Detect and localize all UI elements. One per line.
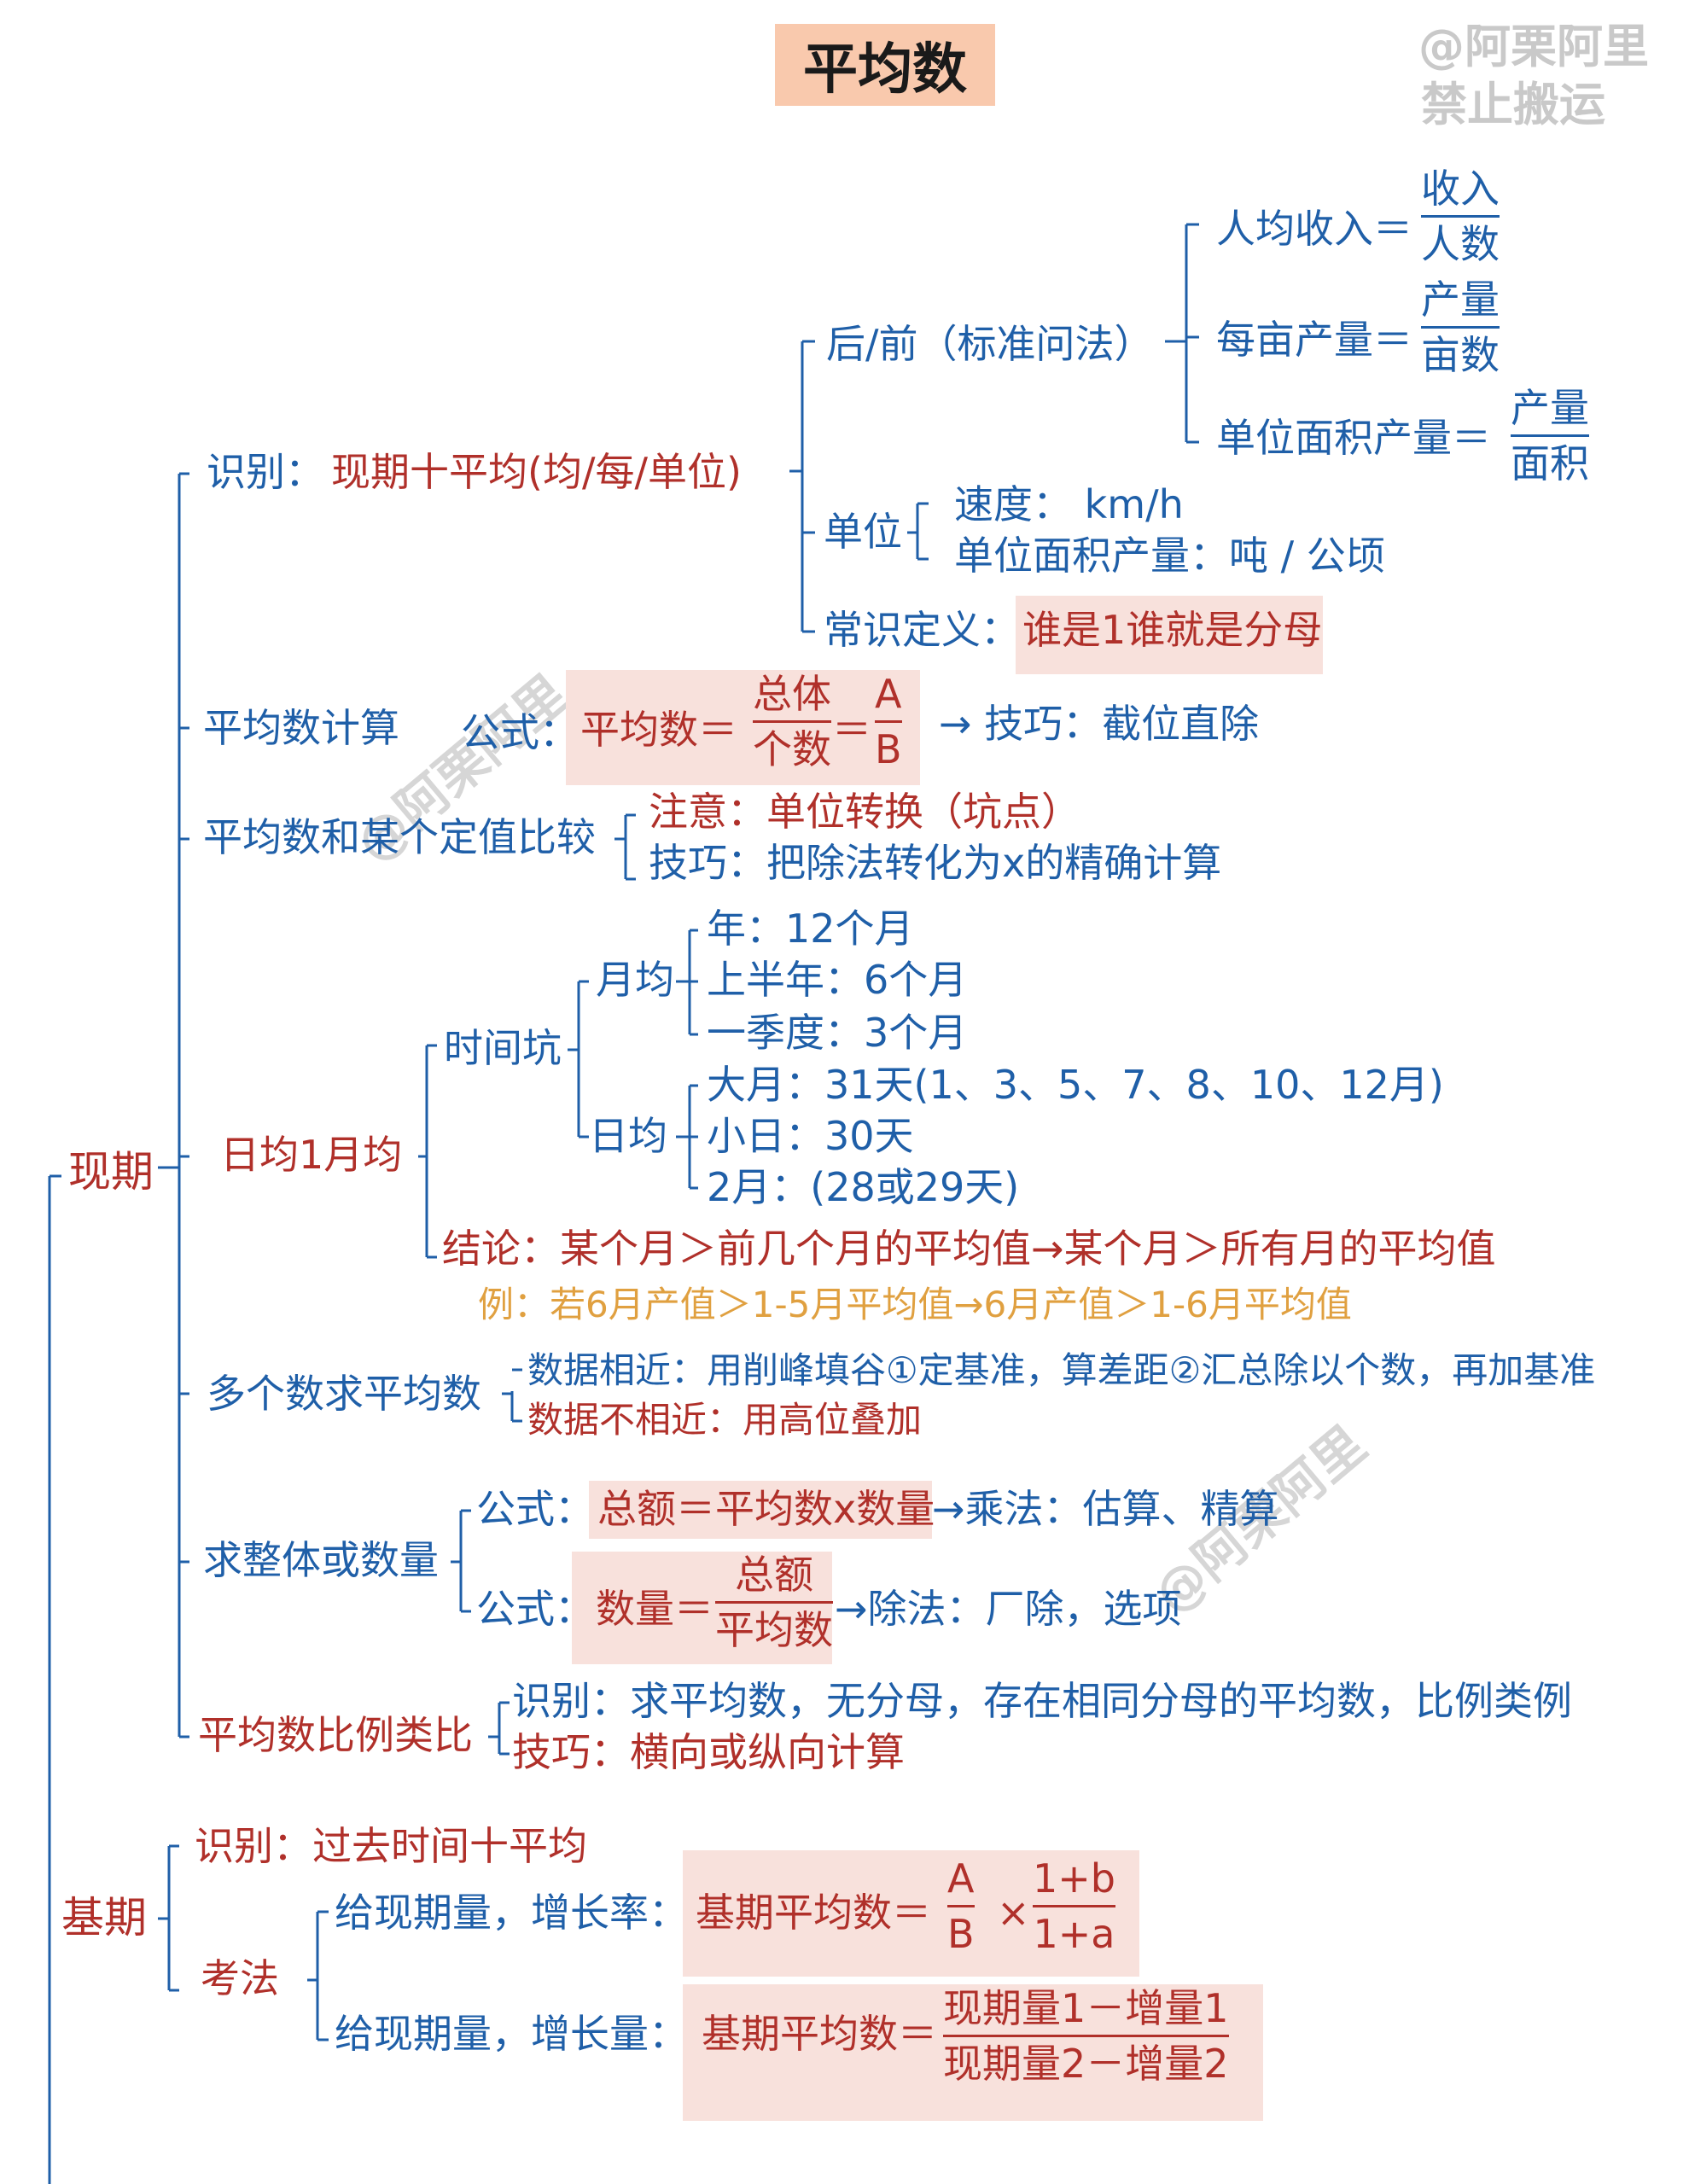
daily-item-big: 大月：31天(1、3、5、7、8、10、12月) [707, 1062, 1444, 1108]
identify-value: 现期十平均(均/每/单位) [331, 449, 742, 495]
base-m1-fraction-a: A B [947, 1859, 975, 1954]
per-mu-fraction: 产量 亩数 [1421, 280, 1500, 375]
per-mu-text: 每亩产量＝ [1216, 317, 1412, 363]
ratio-label: 平均数比例类比 [198, 1712, 473, 1758]
calc-f2-den: B [875, 726, 902, 772]
base-m2-fraction: 现期量1－增量1 现期量2－增量2 [943, 1989, 1229, 2083]
per-mu-den: 亩数 [1421, 332, 1500, 378]
common-value: 谁是1谁就是分母 [1022, 607, 1323, 653]
monthly-label: 月均 [596, 957, 674, 1003]
compare-note: 注意：单位转换（坑点） [649, 789, 1080, 835]
daily-avg-label: 日均 [589, 1113, 667, 1159]
time-pitfall-label: 时间坑 [444, 1025, 562, 1071]
unit-area-fraction: 产量 面积 [1511, 388, 1589, 483]
page-title: 平均数 [803, 38, 967, 102]
calc-f1-num: 总体 [753, 671, 831, 717]
base-method-label: 考法 [201, 1955, 279, 2001]
per-mu-num: 产量 [1421, 277, 1500, 323]
calc-label: 平均数计算 [203, 705, 399, 751]
avg-income-fraction: 收入 人数 [1421, 169, 1500, 264]
daily-conclusion: 结论：某个月＞前几个月的平均值→某个月＞所有月的平均值 [442, 1226, 1496, 1272]
avg-income-den: 人数 [1421, 221, 1500, 267]
multi-label: 多个数求平均数 [207, 1371, 481, 1417]
fraction-bar [1421, 215, 1500, 218]
compare-tip: 技巧：把除法转化为x的精确计算 [649, 840, 1222, 886]
base-m1-label: 给现期量，增长率： [335, 1890, 688, 1936]
fraction-bar [715, 1601, 833, 1604]
compare-label: 平均数和某个定值比较 [203, 814, 596, 860]
daily-item-small: 小日：30天 [707, 1113, 914, 1159]
unit-area-text: 单位面积产量＝ [1216, 415, 1491, 461]
ratio-tip: 技巧：横向或纵向计算 [512, 1729, 905, 1775]
avg-income-num: 收入 [1421, 166, 1500, 212]
whole-label: 求整体或数量 [203, 1537, 439, 1583]
ratio-identify: 识别：求平均数，无分母，存在相同分母的平均数，比例类例 [512, 1678, 1572, 1724]
whole-f1-tip: →乘法：估算、精算 [932, 1486, 1279, 1532]
base-m1-times: × [997, 1890, 1030, 1936]
whole-f2-den: 平均数 [715, 1607, 833, 1653]
calc-f1-den: 个数 [753, 726, 831, 772]
base-m2-num: 现期量1－增量1 [943, 1985, 1229, 2031]
base-m2-label: 给现期量，增长量： [335, 2011, 688, 2057]
monthly-item-half: 上半年：6个月 [707, 957, 968, 1003]
whole-fraction: 总额 平均数 [715, 1555, 833, 1650]
calc-fraction-1: 总体 个数 [753, 674, 831, 769]
fraction-bar [1511, 434, 1589, 437]
daily-label: 日均1月均 [220, 1132, 403, 1178]
whole-f2-lhs: 数量＝ [596, 1586, 713, 1632]
base-m1-b-den: 1+a [1033, 1911, 1115, 1957]
fraction-bar [947, 1905, 975, 1907]
fraction-bar [753, 720, 831, 723]
whole-formula2-label: 公式： [476, 1586, 594, 1632]
calc-eq: ＝ [832, 707, 871, 753]
multi-item-close: 数据相近：用削峰填谷①定基准，算差距②汇总除以个数，再加基准 [527, 1349, 1596, 1391]
fraction-bar [1421, 326, 1500, 329]
monthly-item-year: 年：12个月 [707, 906, 914, 952]
unit-area-den: 面积 [1511, 440, 1589, 486]
calc-formula-label: 公式： [461, 709, 579, 755]
whole-f2-tip: →除法：厂除，选项 [835, 1586, 1182, 1632]
base-m1-fraction-b: 1+b 1+a [1033, 1855, 1116, 1957]
fraction-bar [875, 720, 902, 723]
fraction-bar [943, 2035, 1229, 2037]
base-identify: 识别：过去时间十平均 [195, 1823, 587, 1869]
base-m2-den: 现期量2－增量2 [943, 2041, 1229, 2087]
whole-f1: 总额＝平均数x数量 [597, 1486, 935, 1532]
after-before-label: 后/前（标准问法） [826, 321, 1154, 367]
monthly-item-quarter: 一季度：3个月 [707, 1010, 968, 1056]
calc-formula-lhs: 平均数＝ [580, 707, 737, 753]
base-m1-a-den: B [947, 1911, 975, 1957]
identify-label: 识别： [207, 449, 324, 495]
base-m2-lhs: 基期平均数＝ [702, 2011, 937, 2057]
daily-example: 例：若6月产值＞1-5月平均值→6月产值＞1-6月平均值 [478, 1284, 1352, 1325]
current-label: 现期 [68, 1147, 154, 1197]
calc-fraction-2: A B [875, 674, 902, 769]
daily-item-feb: 2月：(28或29天) [707, 1164, 1020, 1210]
calc-f2-num: A [875, 671, 902, 717]
whole-formula1-label: 公式： [476, 1486, 594, 1532]
unit-speed: 速度： km/h [954, 481, 1184, 527]
base-m1-a-num: A [947, 1855, 975, 1902]
watermark-line2: 禁止搬运 [1421, 78, 1605, 131]
fraction-bar [1033, 1905, 1116, 1907]
unit-area-num: 产量 [1511, 385, 1589, 431]
base-m1-b-num: 1+b [1033, 1855, 1116, 1902]
unit-area-yield: 单位面积产量：吨 / 公顷 [954, 533, 1385, 579]
avg-income-text: 人均收入＝ [1216, 206, 1412, 252]
common-label: 常识定义： [824, 607, 1020, 653]
calc-tip: → 技巧：截位直除 [939, 701, 1260, 747]
unit-label: 单位 [824, 509, 902, 555]
multi-item-far: 数据不相近：用高位叠加 [527, 1399, 923, 1441]
whole-f2-num: 总额 [735, 1552, 813, 1598]
base-m1-lhs: 基期平均数＝ [696, 1890, 931, 1936]
base-label: 基期 [61, 1893, 147, 1942]
